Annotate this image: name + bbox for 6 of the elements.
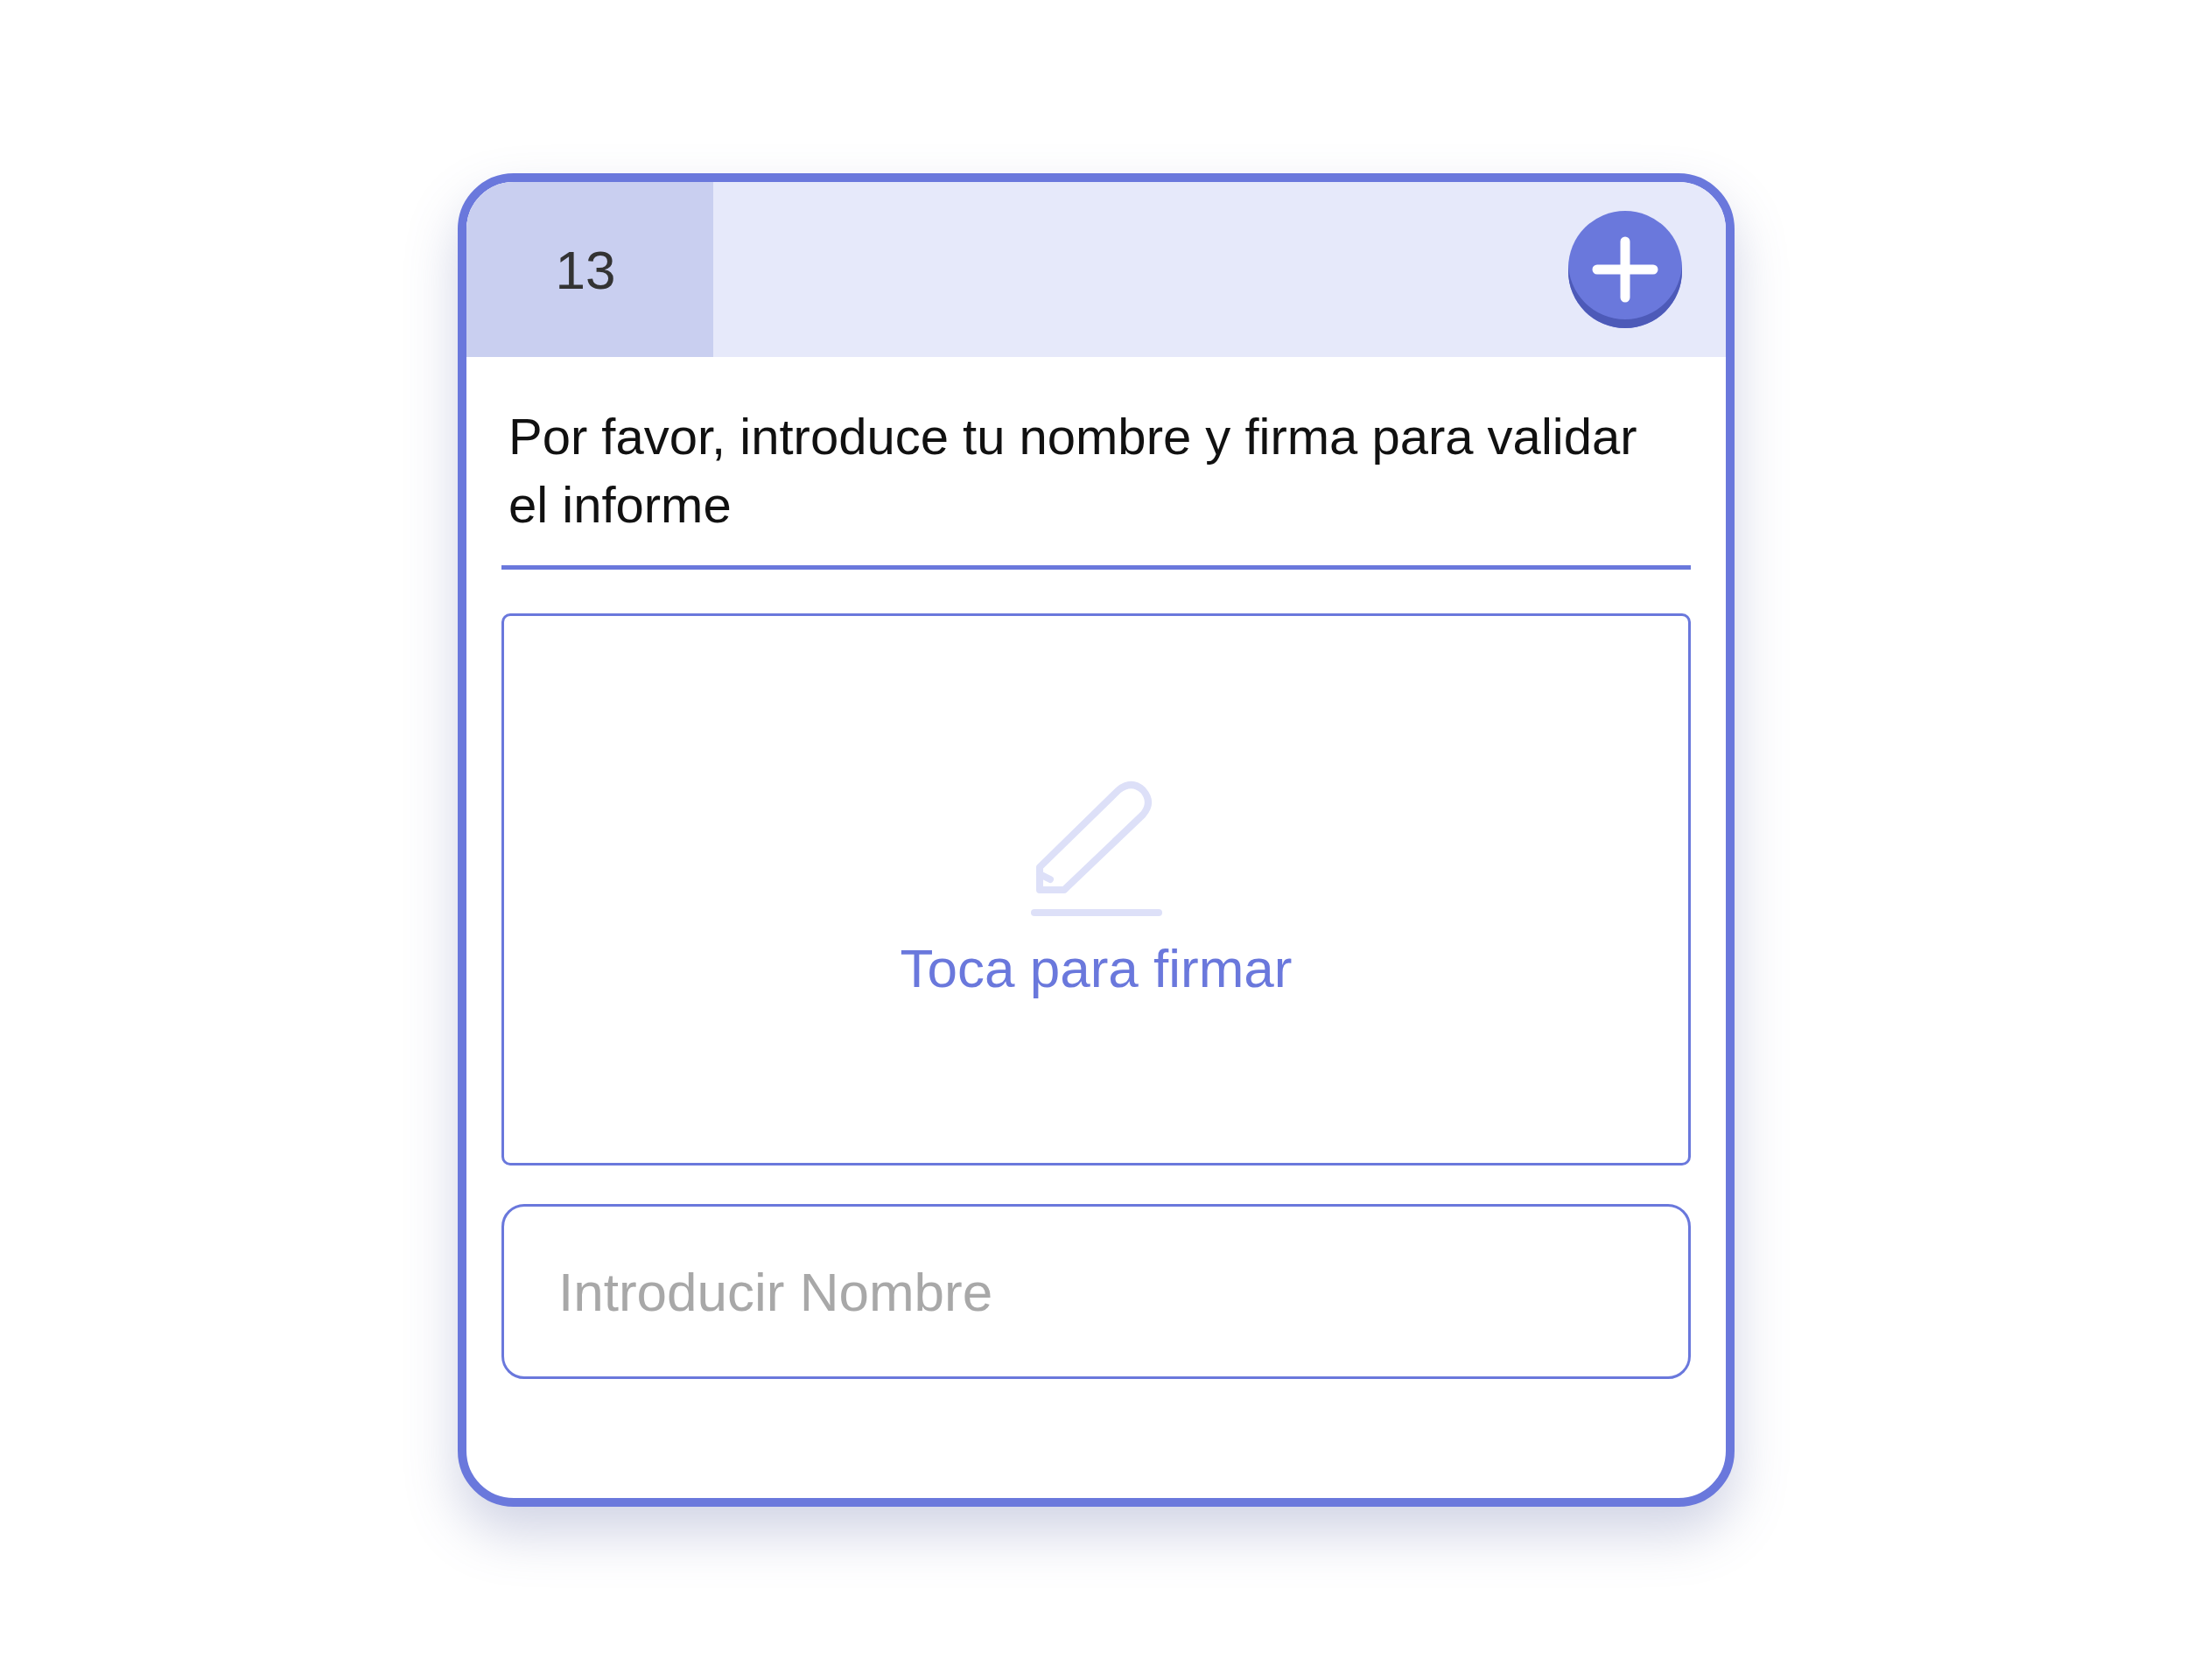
name-field[interactable]: Introducir Nombre [501, 1204, 1691, 1379]
plus-icon [1592, 236, 1658, 303]
signature-pad[interactable]: Toca para firmar [501, 613, 1691, 1166]
question-number: 13 [466, 182, 713, 357]
signature-prompt: Toca para firmar [900, 937, 1293, 999]
question-text: Por favor, introduce tu nombre y firma para validar el informe [508, 407, 1638, 535]
